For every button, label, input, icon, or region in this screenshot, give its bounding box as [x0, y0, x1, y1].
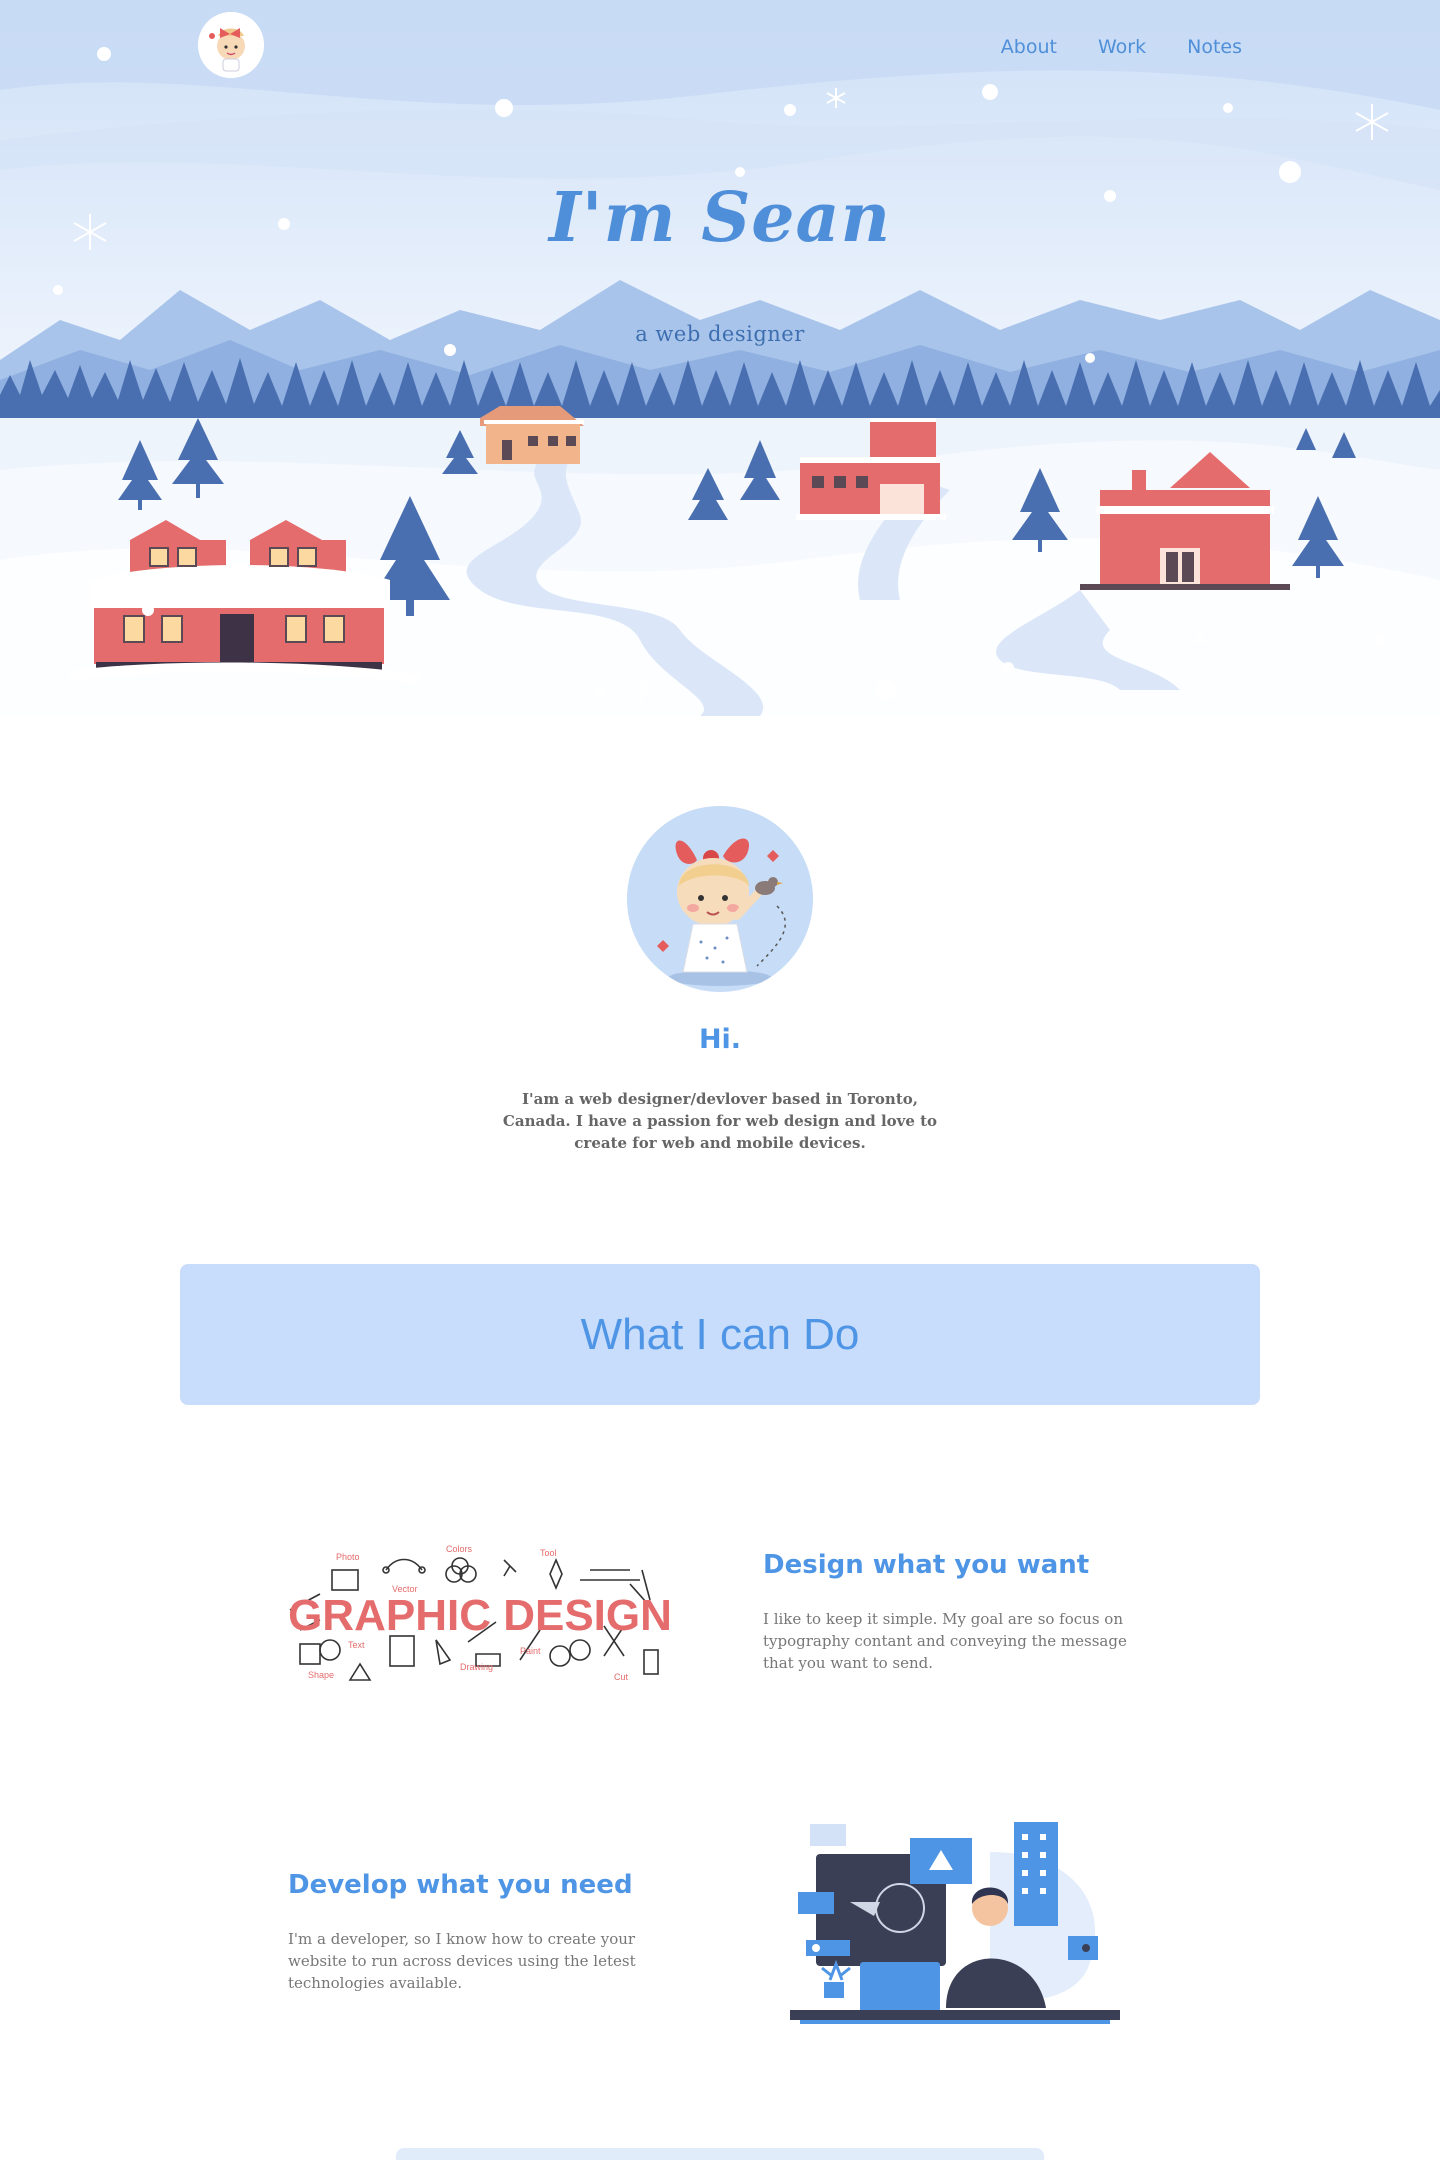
hero-banner: About Work Notes I'm Sean a web designer: [0, 0, 1440, 716]
about-text: I'am a web designer/devlover based in To…: [502, 1090, 938, 1152]
art-label-drawing: Drawing: [460, 1662, 493, 1672]
site-logo[interactable]: [198, 12, 264, 78]
nav-link-about[interactable]: About: [1001, 36, 1057, 58]
girl-with-bird-illustration: [627, 806, 813, 992]
what-i-can-do-banner: What I can Do: [180, 1264, 1260, 1405]
girl-logo-icon: [198, 12, 264, 78]
nav-link-notes[interactable]: Notes: [1187, 36, 1242, 58]
art-label-shape: Shape: [308, 1670, 334, 1680]
art-label-text: Text: [348, 1640, 365, 1650]
service-design-title: Design what you want: [763, 1550, 1090, 1580]
about-heading: Hi.: [698, 1024, 742, 1055]
art-label-vector: Vector: [392, 1584, 418, 1594]
art-label-tool: Tool: [540, 1548, 557, 1558]
art-label-photo: Photo: [336, 1552, 360, 1562]
hero-subtitle: a web designer: [635, 322, 805, 346]
art-label-paint: Paint: [520, 1646, 541, 1656]
graphic-design-headline: GRAPHIC DESIGN: [288, 1591, 672, 1640]
what-i-can-do-heading: What I can Do: [580, 1309, 860, 1359]
next-section-card: [396, 2148, 1044, 2160]
graphic-design-illustration: GRAPHIC DESIGN Photo Vector Colors Tool …: [280, 1530, 680, 1710]
nav-link-work[interactable]: Work: [1098, 36, 1146, 58]
developer-illustration: [790, 1812, 1130, 2044]
winter-landscape-illustration: [0, 0, 1440, 716]
service-design-text: I like to keep it simple. My goal are so…: [763, 1610, 1127, 1672]
main-nav: About Work Notes: [1001, 36, 1242, 58]
service-develop-text: I'm a developer, so I know how to create…: [288, 1930, 636, 1992]
hero-title: I'm Sean: [548, 178, 892, 258]
art-label-cut: Cut: [614, 1672, 629, 1682]
developer-at-desk-icon: [790, 1822, 1120, 2024]
graphic-design-icon: GRAPHIC DESIGN Photo Vector Colors Tool …: [288, 1544, 672, 1682]
service-develop-title: Develop what you need: [288, 1870, 633, 1900]
avatar: [627, 806, 813, 992]
art-label-colors: Colors: [446, 1544, 473, 1554]
